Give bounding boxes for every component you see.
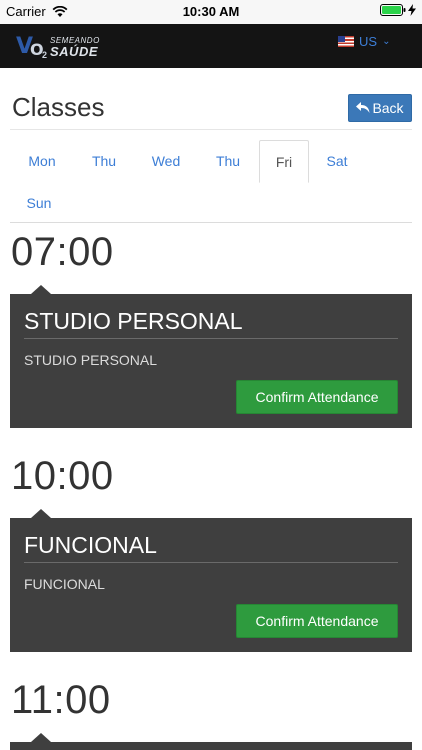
- battery-icon: [380, 4, 406, 16]
- tab-wed[interactable]: Wed: [136, 140, 196, 182]
- language-label: US: [359, 34, 378, 49]
- us-flag-icon: [338, 36, 354, 47]
- session-time: 07:00: [11, 230, 114, 274]
- class-title: FUNCIONAL: [24, 532, 157, 558]
- card-divider: [24, 562, 398, 563]
- confirm-attendance-button[interactable]: Confirm Attendance: [236, 604, 398, 638]
- class-subtitle: STUDIO PERSONAL: [24, 352, 158, 368]
- chevron-down-icon: ⌄: [382, 36, 391, 47]
- app-header: V O 2 SEMEANDO SAÚDE US ⌄: [0, 24, 422, 68]
- reply-arrow-icon: [356, 102, 370, 113]
- tabs-divider: [10, 222, 412, 223]
- card-divider: [24, 338, 398, 339]
- tab-thu[interactable]: Thu: [74, 140, 134, 182]
- status-time: 10:30 AM: [182, 4, 240, 19]
- tab-thu-2[interactable]: Thu: [198, 140, 258, 182]
- tab-mon[interactable]: Mon: [12, 140, 72, 182]
- battery-indicator: [380, 4, 416, 16]
- class-card: FUNCIONAL FUNCIONAL Confirm Attendance: [10, 509, 412, 652]
- class-subtitle: FUNCIONAL: [24, 576, 105, 592]
- back-label: Back: [372, 100, 404, 116]
- status-bar: Carrier 10:30 AM: [0, 0, 422, 24]
- app-logo[interactable]: V O 2 SEMEANDO SAÚDE: [16, 32, 100, 62]
- charging-bolt-icon: [408, 4, 416, 16]
- tab-fri[interactable]: Fri: [259, 140, 309, 183]
- session-time: 11:00: [11, 678, 111, 722]
- class-title: STUDIO PERSONAL: [24, 308, 243, 334]
- card-pointer: [31, 285, 51, 294]
- confirm-attendance-button[interactable]: Confirm Attendance: [236, 380, 398, 414]
- card-pointer: [31, 733, 51, 742]
- vo2-logo-mark: V O 2: [16, 34, 48, 60]
- tab-sat[interactable]: Sat: [312, 140, 362, 182]
- language-selector[interactable]: US ⌄: [338, 34, 390, 49]
- logo-wordmark: SEMEANDO SAÚDE: [50, 35, 100, 59]
- tab-sun[interactable]: Sun: [12, 182, 66, 224]
- session-time: 10:00: [11, 454, 114, 498]
- card-pointer: [31, 509, 51, 518]
- divider: [10, 129, 412, 130]
- class-card: STUDIO PERSONAL STUDIO PERSONAL Confirm …: [10, 285, 412, 428]
- page-title: Classes: [12, 92, 105, 122]
- class-card: [10, 733, 412, 750]
- back-button[interactable]: Back: [348, 94, 412, 122]
